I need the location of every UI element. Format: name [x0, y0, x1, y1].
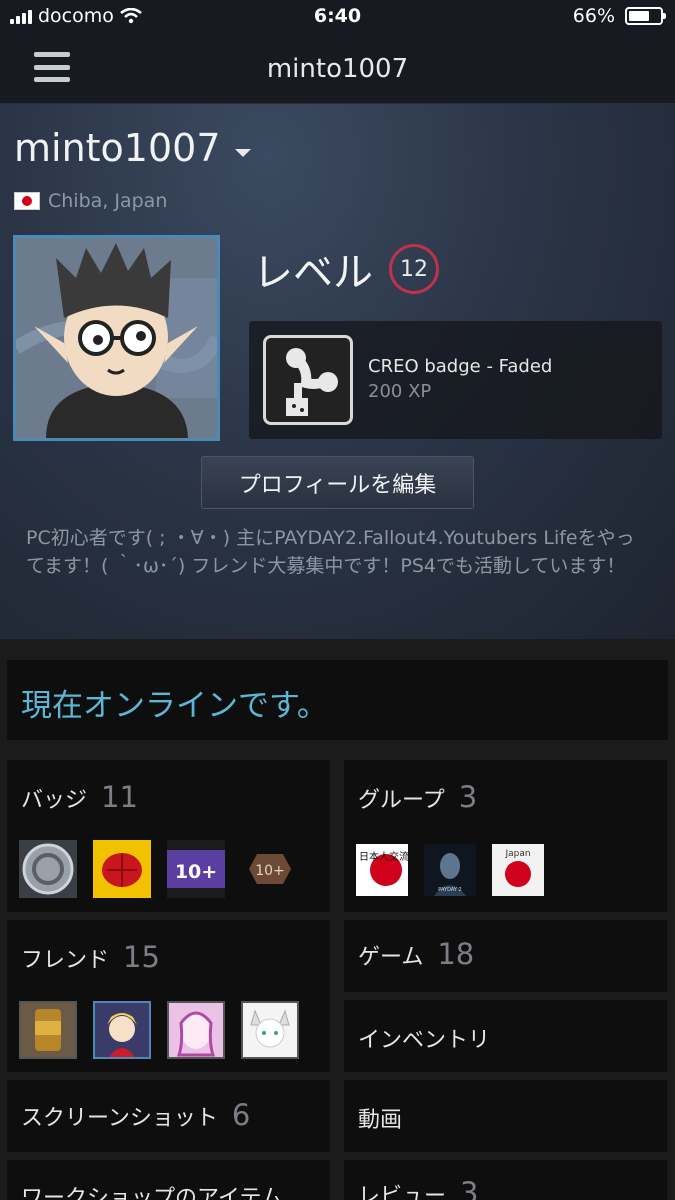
- profile-location: Chiba, Japan: [14, 190, 167, 212]
- groups-label: グループ: [358, 788, 445, 813]
- reviews-count: 3: [460, 1176, 479, 1200]
- avatar: [13, 235, 220, 441]
- inventory-label: インベントリ: [358, 1028, 491, 1053]
- friend-avatar-fox-icon[interactable]: [241, 1001, 299, 1059]
- screenshots-title: スクリーンショット 6: [21, 1098, 250, 1132]
- badge-name: CREO badge - Faded: [368, 356, 553, 377]
- groups-tile[interactable]: グループ 3 日本人交流グループ PAYDAY 2 Japan: [344, 760, 667, 912]
- friends-title: フレンド 15: [21, 940, 160, 974]
- years-10-label: 10+: [175, 861, 217, 883]
- friends-label: フレンド: [21, 948, 110, 973]
- nav-title: minto1007: [266, 54, 409, 84]
- friends-tile[interactable]: フレンド 15: [7, 920, 330, 1072]
- reviews-tile[interactable]: レビュー 3: [344, 1160, 667, 1200]
- screenshots-label: スクリーンショット: [21, 1106, 218, 1131]
- battery-info: 66%: [572, 5, 666, 27]
- badge-xp: 200 XP: [368, 381, 432, 402]
- level-label: レベル: [253, 250, 373, 296]
- payday2-group-label: PAYDAY 2: [438, 887, 461, 893]
- groups-title: グループ 3: [358, 780, 477, 814]
- japan-group-label: Japan: [504, 849, 530, 859]
- years-10-bronze-label: 10+: [255, 863, 285, 879]
- payday2-group-icon[interactable]: PAYDAY 2: [424, 844, 476, 896]
- inventory-tile[interactable]: インベントリ: [344, 1000, 667, 1072]
- profile-name: minto1007: [14, 126, 221, 170]
- friend-avatar-can-icon[interactable]: [19, 1001, 77, 1059]
- games-title: ゲーム 18: [358, 937, 474, 971]
- profile-name-dropdown[interactable]: minto1007: [14, 126, 251, 170]
- badges-count: 11: [101, 780, 138, 814]
- videos-title: 動画: [358, 1102, 402, 1134]
- top-nav: minto1007: [0, 34, 675, 104]
- japan-exchange-group-icon[interactable]: 日本人交流グループ: [356, 844, 408, 896]
- workshop-title: ワークショップのアイテム: [21, 1180, 283, 1200]
- years-10-bronze-badge-icon[interactable]: 10+: [241, 840, 299, 898]
- online-status: 現在オンラインです。: [7, 660, 668, 740]
- games-count: 18: [437, 937, 475, 971]
- videos-label: 動画: [358, 1108, 403, 1133]
- screenshots-count: 6: [231, 1098, 251, 1132]
- profile-summary: PC初心者です( ; ・∀・) 主にPAYDAY2.Fallout4.Youtu…: [26, 527, 635, 577]
- friends-count: 15: [123, 940, 160, 974]
- status-bar: docomo 6:40 66%: [0, 0, 675, 34]
- profile-header: minto1007 Chiba, Japan レベル 12 CREO badge…: [0, 104, 675, 639]
- reviews-label: レビュー: [358, 1184, 447, 1200]
- screenshots-tile[interactable]: スクリーンショット 6: [7, 1080, 330, 1152]
- videos-tile[interactable]: 動画: [344, 1080, 667, 1152]
- workshop-tile[interactable]: ワークショップのアイテム: [7, 1160, 330, 1200]
- battery-icon: [625, 7, 666, 25]
- coin-badge-icon[interactable]: [19, 840, 77, 898]
- workshop-label: ワークショップのアイテム: [21, 1186, 283, 1200]
- years-10-badge-icon[interactable]: 10+: [167, 840, 225, 898]
- level-badge: 12: [389, 244, 439, 294]
- japan-exchange-group-label: 日本人交流グループ: [359, 850, 408, 863]
- badges-title: バッジ 11: [21, 780, 138, 814]
- online-status-text: 現在オンラインです。: [21, 688, 328, 724]
- level-display: レベル 12: [253, 240, 439, 298]
- games-tile[interactable]: ゲーム 18: [344, 920, 667, 992]
- location-text: Chiba, Japan: [48, 190, 168, 212]
- edit-profile-button[interactable]: プロフィールを編集: [201, 456, 474, 509]
- japan-flag-icon: [14, 192, 40, 210]
- battery-percent: 66%: [572, 5, 615, 27]
- featured-badge[interactable]: CREO badge - Faded 200 XP: [249, 321, 662, 439]
- japan-group-icon[interactable]: Japan: [492, 844, 544, 896]
- inventory-title: インベントリ: [358, 1022, 490, 1054]
- creo-badge-icon: [263, 335, 353, 425]
- badges-tile[interactable]: バッジ 11 10+ 10+: [7, 760, 330, 912]
- badges-label: バッジ: [21, 788, 88, 813]
- friend-avatar-pink-icon[interactable]: [167, 1001, 225, 1059]
- games-label: ゲーム: [358, 945, 424, 970]
- reviews-title: レビュー 3: [358, 1176, 478, 1200]
- chevron-down-icon: [234, 149, 251, 157]
- lantern-badge-icon[interactable]: [93, 840, 151, 898]
- groups-count: 3: [458, 780, 478, 814]
- friend-avatar-anime-icon[interactable]: [93, 1001, 151, 1059]
